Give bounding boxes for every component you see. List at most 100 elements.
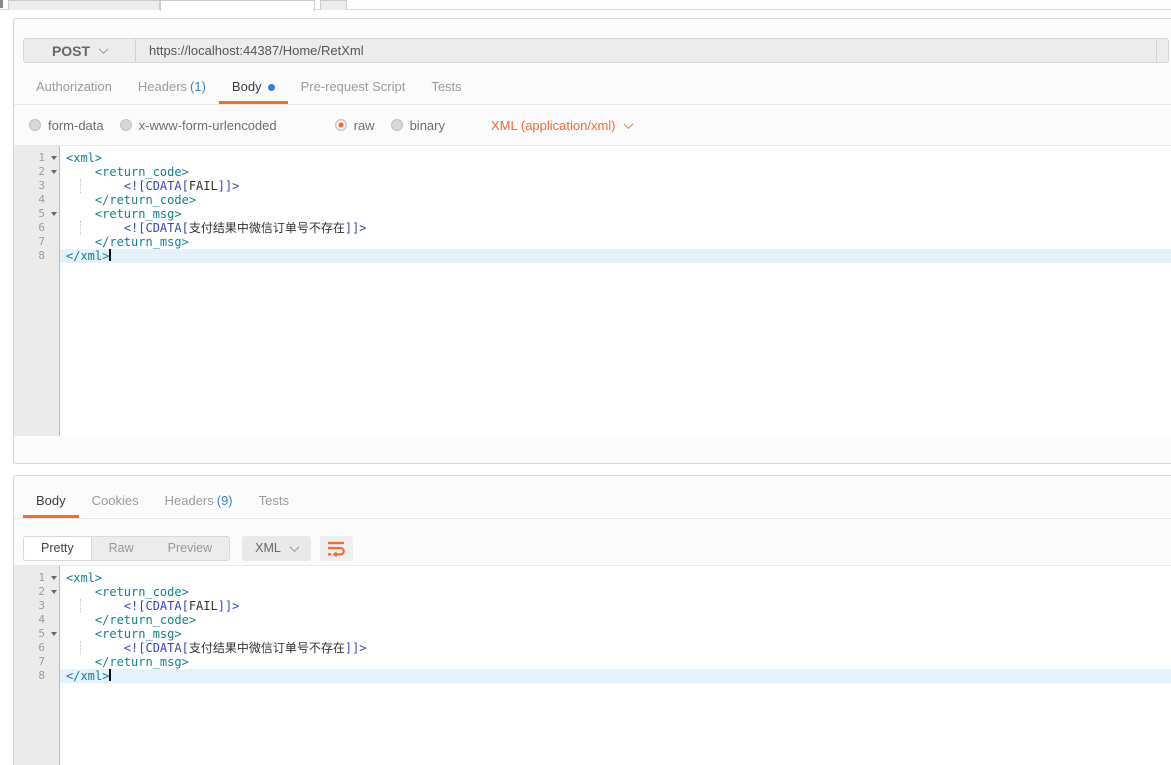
radio-x-www-form-urlencoded[interactable]: x-www-form-urlencoded [120, 118, 277, 133]
url-text: https://localhost:44387/Home/RetXml [149, 43, 364, 58]
code-line-text[interactable]: <return_msg> [60, 627, 1171, 641]
code-line-text[interactable]: <![CDATA[FAIL]]> [60, 599, 1171, 613]
fold-arrow-icon[interactable] [51, 576, 57, 580]
tab-cookies[interactable]: Cookies [79, 485, 152, 518]
headers-count-badge: (9) [217, 493, 233, 508]
code-line[interactable]: 3 <![CDATA[FAIL]]> [14, 179, 1171, 193]
chevron-down-icon [289, 542, 299, 552]
radio-raw[interactable]: raw [335, 118, 375, 133]
line-number: 3 [14, 179, 60, 193]
window-tab-inactive[interactable] [8, 0, 160, 10]
code-line-text[interactable]: </return_code> [60, 613, 1171, 627]
fold-arrow-icon[interactable] [51, 156, 57, 160]
tab-response-headers[interactable]: Headers(9) [152, 485, 246, 518]
code-line[interactable]: 8</xml> [14, 669, 1171, 683]
headers-count-badge: (1) [190, 79, 206, 94]
code-line-text[interactable]: </return_code> [60, 193, 1171, 207]
response-body-editor[interactable]: 1<xml>2 <return_code>3 <![CDATA[FAIL]]>4… [14, 566, 1171, 765]
body-type-selector: form-data x-www-form-urlencoded raw bina… [14, 105, 1171, 146]
view-raw-button[interactable]: Raw [92, 537, 151, 560]
radio-selected-icon[interactable] [335, 119, 347, 131]
line-number: 7 [14, 235, 60, 249]
response-tabs: Body Cookies Headers(9) Tests [14, 476, 1171, 519]
radio-icon[interactable] [391, 119, 403, 131]
chevron-down-icon [99, 44, 109, 54]
text-cursor [109, 669, 111, 681]
window-edge-decoration [0, 0, 3, 8]
radio-form-data[interactable]: form-data [29, 118, 104, 133]
code-line-text[interactable]: </return_msg> [60, 655, 1171, 669]
text-cursor [109, 249, 111, 261]
view-pretty-button[interactable]: Pretty [24, 537, 92, 560]
code-line-text[interactable]: <![CDATA[FAIL]]> [60, 179, 1171, 193]
code-line[interactable]: 5 <return_msg> [14, 207, 1171, 221]
code-line-text[interactable]: <return_code> [60, 585, 1171, 599]
fold-arrow-icon[interactable] [51, 590, 57, 594]
line-number: 4 [14, 193, 60, 207]
tab-response-tests[interactable]: Tests [246, 485, 302, 518]
code-line-text[interactable]: <![CDATA[支付结果中微信订单号不存在]]> [60, 641, 1171, 655]
wrap-text-icon [326, 539, 346, 558]
indent-guide [80, 599, 81, 613]
tab-headers[interactable]: Headers(1) [125, 71, 219, 104]
tab-body[interactable]: Body [219, 71, 288, 104]
line-number: 2 [14, 165, 60, 179]
code-line[interactable]: 5 <return_msg> [14, 627, 1171, 641]
line-number: 5 [14, 627, 60, 641]
raw-format-dropdown[interactable]: XML (application/xml) [491, 118, 632, 133]
body-modified-dot [268, 84, 275, 91]
request-url-bar: POST https://localhost:44387/Home/RetXml [23, 38, 1169, 63]
url-input[interactable]: https://localhost:44387/Home/RetXml [136, 39, 1168, 62]
code-line-text[interactable]: <![CDATA[支付结果中微信订单号不存在]]> [60, 221, 1171, 235]
code-line[interactable]: 7 </return_msg> [14, 655, 1171, 669]
request-panel: POST https://localhost:44387/Home/RetXml… [13, 18, 1171, 464]
method-dropdown[interactable]: POST [24, 39, 136, 62]
fold-arrow-icon[interactable] [51, 212, 57, 216]
request-tabs: Authorization Headers(1) Body Pre-reques… [14, 73, 1171, 105]
code-line[interactable]: 6 <![CDATA[支付结果中微信订单号不存在]]> [14, 641, 1171, 655]
line-number: 8 [14, 669, 60, 683]
code-line-text[interactable]: <return_msg> [60, 207, 1171, 221]
code-line[interactable]: 6 <![CDATA[支付结果中微信订单号不存在]]> [14, 221, 1171, 235]
code-line[interactable]: 2 <return_code> [14, 165, 1171, 179]
fold-arrow-icon[interactable] [51, 170, 57, 174]
code-line-text[interactable]: </xml> [60, 249, 1171, 263]
code-line-text[interactable]: <xml> [60, 571, 1171, 585]
tab-authorization[interactable]: Authorization [23, 71, 125, 104]
line-number: 6 [14, 641, 60, 655]
code-line[interactable]: 2 <return_code> [14, 585, 1171, 599]
fold-arrow-icon[interactable] [51, 632, 57, 636]
line-number: 8 [14, 249, 60, 263]
radio-icon[interactable] [29, 119, 41, 131]
window-tab-active[interactable] [160, 0, 315, 11]
line-number: 3 [14, 599, 60, 613]
response-panel: Body Cookies Headers(9) Tests Pretty Raw… [13, 475, 1171, 765]
code-line-text[interactable]: </return_msg> [60, 235, 1171, 249]
code-line[interactable]: 8</xml> [14, 249, 1171, 263]
tab-pre-request-script[interactable]: Pre-request Script [288, 71, 419, 104]
tab-tests[interactable]: Tests [418, 71, 474, 104]
view-preview-button[interactable]: Preview [151, 537, 229, 560]
radio-icon[interactable] [120, 119, 132, 131]
response-format-dropdown[interactable]: XML [242, 536, 311, 561]
line-number: 2 [14, 585, 60, 599]
code-line-text[interactable]: <xml> [60, 151, 1171, 165]
indent-guide [80, 221, 81, 235]
window-tab-small[interactable] [320, 0, 347, 10]
request-body-editor[interactable]: 1<xml>2 <return_code>3 <![CDATA[FAIL]]>4… [14, 146, 1171, 436]
code-line[interactable]: 4 </return_code> [14, 613, 1171, 627]
code-line-text[interactable]: <return_code> [60, 165, 1171, 179]
tab-response-body[interactable]: Body [23, 485, 79, 518]
code-line[interactable]: 1<xml> [14, 151, 1171, 165]
code-line[interactable]: 7 </return_msg> [14, 235, 1171, 249]
line-number: 6 [14, 221, 60, 235]
line-number: 5 [14, 207, 60, 221]
line-number: 1 [14, 571, 60, 585]
chevron-down-icon [623, 119, 633, 129]
code-line[interactable]: 1<xml> [14, 571, 1171, 585]
code-line-text[interactable]: </xml> [60, 669, 1171, 683]
radio-binary[interactable]: binary [391, 118, 445, 133]
code-line[interactable]: 4 </return_code> [14, 193, 1171, 207]
code-line[interactable]: 3 <![CDATA[FAIL]]> [14, 599, 1171, 613]
wrap-lines-button[interactable] [320, 536, 353, 561]
